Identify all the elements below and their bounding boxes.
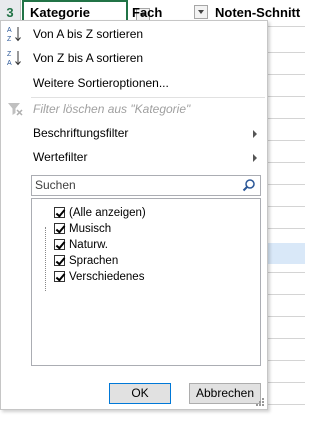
value-filter-item[interactable]: Wertefilter <box>1 146 267 168</box>
header-fach-label: Fach <box>132 5 163 20</box>
search-placeholder: Suchen <box>35 178 76 192</box>
grid-line <box>268 272 305 273</box>
grid-line <box>268 404 305 405</box>
clear-filter-label: Filter löschen aus "Kategorie" <box>33 102 191 116</box>
selected-cell-highlight <box>268 243 305 264</box>
grid-line <box>268 338 305 339</box>
grid-line <box>268 360 305 361</box>
tree-connector-lines <box>45 227 54 291</box>
sort-za-icon: Z A <box>7 51 21 67</box>
list-item-label: Naturw. <box>69 239 108 251</box>
list-item-label: Musisch <box>69 223 112 235</box>
list-item-label: (Alle anzeigen) <box>69 207 146 219</box>
header-noten-label: Noten-Schnitt <box>215 5 301 20</box>
list-item-label: Sprachen <box>69 255 119 267</box>
svg-text:A: A <box>7 27 12 34</box>
cancel-button[interactable]: Abbrechen <box>189 383 261 404</box>
clear-filter-item: Filter löschen aus "Kategorie" <box>1 98 267 120</box>
grid-line <box>268 382 305 383</box>
label-filter-item[interactable]: Beschriftungsfilter <box>1 122 267 144</box>
label-filter-label: Beschriftungsfilter <box>33 126 129 140</box>
checkbox-checked[interactable] <box>54 255 65 266</box>
magnifier-icon[interactable] <box>242 178 256 192</box>
grid-line <box>268 96 305 97</box>
grid-line <box>268 294 305 295</box>
list-item-label: Verschiedenes <box>69 271 145 283</box>
checkbox-checked[interactable] <box>54 207 65 218</box>
grid-line <box>268 228 305 229</box>
svg-text:Z: Z <box>7 51 12 58</box>
submenu-arrow-icon <box>253 130 257 138</box>
checkbox-checked[interactable] <box>54 223 65 234</box>
filter-values-list[interactable]: (Alle anzeigen) Musisch Naturw. Sprachen… <box>31 198 261 366</box>
grid-line <box>268 184 305 185</box>
filter-dropdown-fach[interactable] <box>194 5 208 19</box>
submenu-arrow-icon <box>253 154 257 162</box>
more-sort-options-item[interactable]: Weitere Sortieroptionen... <box>1 72 267 94</box>
ok-button[interactable]: OK <box>109 383 171 404</box>
checkbox-checked[interactable] <box>54 271 65 282</box>
search-input[interactable]: Suchen <box>31 175 261 196</box>
grid-line <box>268 52 305 53</box>
resize-grip-icon[interactable] <box>256 398 264 406</box>
sort-descending-label: Von Z bis A sortieren <box>33 51 144 65</box>
sort-az-icon: A Z <box>7 27 21 43</box>
svg-text:Z: Z <box>7 36 12 43</box>
header-kategorie-label: Kategorie <box>30 5 90 20</box>
grid-line <box>268 206 305 207</box>
svg-text:A: A <box>7 60 12 67</box>
clear-filter-icon <box>8 103 23 116</box>
grid-line <box>268 118 305 119</box>
checkbox-checked[interactable] <box>54 239 65 250</box>
more-sort-options-label: Weitere Sortieroptionen... <box>33 76 169 90</box>
sort-ascending-label: Von A bis Z sortieren <box>33 27 144 41</box>
grid-line <box>268 74 305 75</box>
grid-line <box>268 162 305 163</box>
grid-line <box>268 140 305 141</box>
grid-line <box>268 316 305 317</box>
value-filter-label: Wertefilter <box>33 150 88 164</box>
sort-descending-item[interactable]: Z A Von Z bis A sortieren <box>1 47 267 69</box>
autofilter-dropdown-menu: A Z Von A bis Z sortieren Z A Von Z bis … <box>0 20 268 410</box>
sort-ascending-item[interactable]: A Z Von A bis Z sortieren <box>1 23 267 45</box>
